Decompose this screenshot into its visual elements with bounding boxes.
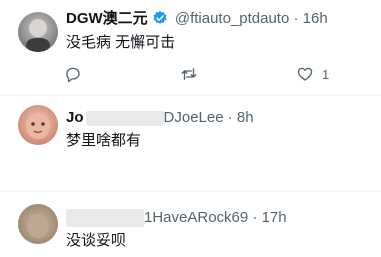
handle[interactable]: DJoeLee [164, 109, 224, 126]
tweet-3[interactable]: 1HaveARock69 · 17h 没谈妥呗 [0, 191, 381, 257]
display-name[interactable]: DGW澳二元 [66, 10, 148, 27]
verified-badge-icon [152, 10, 168, 31]
tweet-1[interactable]: DGW澳二元 @ftiauto_ptdauto · 16h 没毛病 无懈可击 1 [0, 0, 381, 95]
avatar[interactable] [18, 12, 58, 52]
like-icon [297, 67, 313, 81]
like-count: 1 [322, 66, 330, 82]
separator-dot: · [293, 10, 299, 27]
tweet-2[interactable]: Jo DJoeLee · 8h 梦里啥都有 [0, 95, 381, 191]
reply-button[interactable] [64, 64, 82, 84]
like-button[interactable]: 1 [296, 64, 329, 84]
separator-dot: · [227, 109, 233, 126]
tweet-header: DGW澳二元 @ftiauto_ptdauto · 16h [66, 10, 328, 31]
timestamp[interactable]: 16h [303, 10, 328, 27]
tweet-text: 梦里啥都有 [66, 132, 142, 149]
tweet-header: Jo DJoeLee · 8h [66, 109, 254, 127]
avatar-image [26, 19, 50, 52]
handle[interactable]: @ftiauto_ptdauto [175, 10, 289, 27]
timestamp[interactable]: 8h [237, 109, 254, 126]
tweet-text: 没毛病 无懈可击 [66, 34, 176, 51]
avatar-image [27, 214, 49, 238]
tweet-text: 没谈妥呗 [66, 232, 127, 249]
timestamp[interactable]: 17h [262, 209, 287, 226]
display-name[interactable]: Jo [66, 109, 84, 126]
redacted-text [66, 209, 144, 228]
action-bar: 1 [60, 64, 360, 84]
separator-dot: · [252, 209, 258, 226]
reply-icon [66, 67, 80, 83]
handle[interactable]: 1HaveARock69 [144, 209, 248, 226]
avatar-image [26, 113, 50, 139]
retweet-icon [181, 68, 197, 80]
redacted-text [85, 110, 164, 126]
retweet-button[interactable] [180, 64, 198, 84]
avatar[interactable] [18, 204, 58, 244]
tweet-header: 1HaveARock69 · 17h [66, 209, 287, 228]
avatar[interactable] [18, 105, 58, 145]
